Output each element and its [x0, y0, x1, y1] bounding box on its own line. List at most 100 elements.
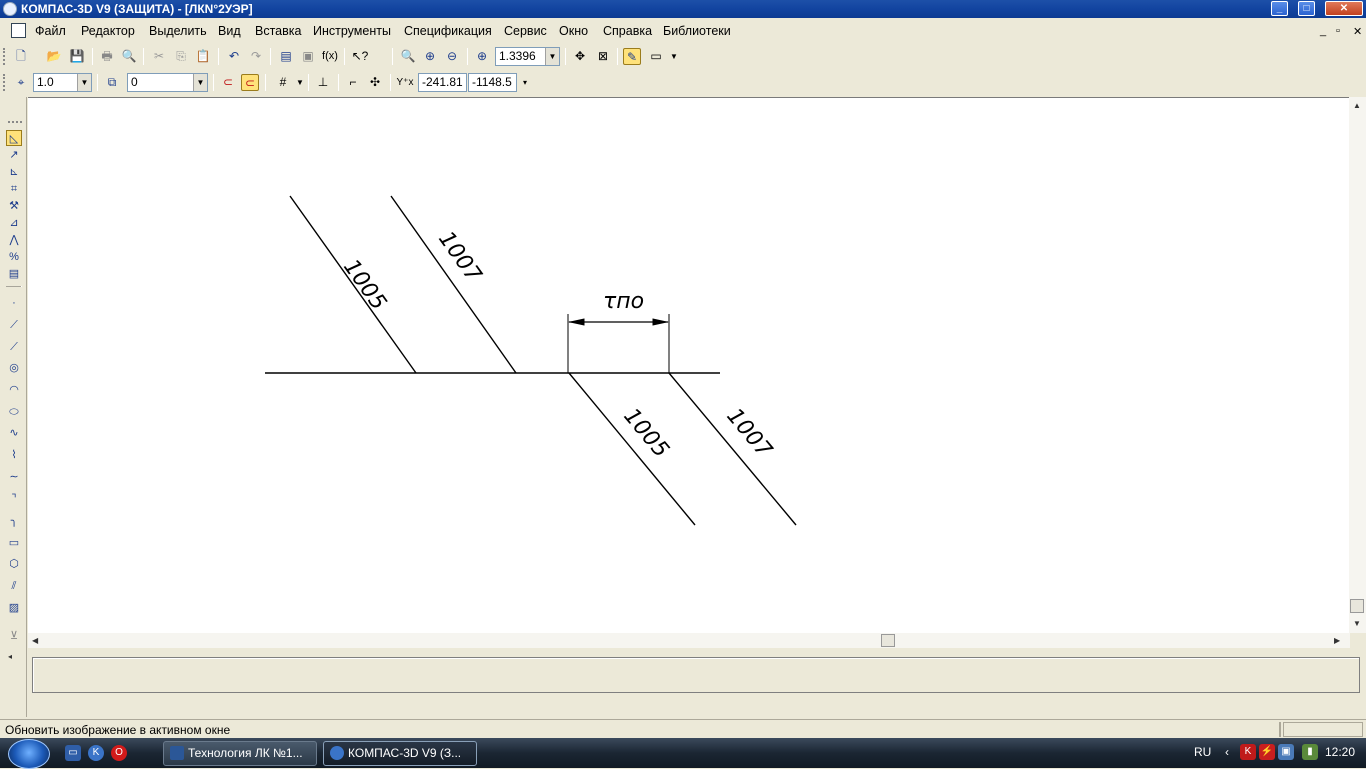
quicklaunch-opera-icon[interactable]: O: [111, 745, 127, 761]
chamfer-icon[interactable]: ⌝: [6, 491, 22, 507]
auxiliary-line-icon[interactable]: ⟋: [6, 317, 22, 333]
preview-icon[interactable]: 🔍: [120, 48, 138, 65]
save-icon[interactable]: 💾: [68, 48, 86, 65]
menu-editor[interactable]: Редактор: [81, 24, 135, 38]
coord-x-field[interactable]: -241.81: [418, 73, 467, 92]
parametrization-tool-icon[interactable]: ⚒: [6, 198, 22, 214]
horizontal-scroll-thumb[interactable]: [881, 634, 895, 647]
redo-icon[interactable]: ↷: [247, 48, 265, 65]
start-button[interactable]: [8, 739, 50, 769]
manager-icon[interactable]: ▤: [277, 48, 295, 65]
chevron-down-icon[interactable]: ▼: [291, 74, 309, 91]
chevron-down-icon[interactable]: ▾: [516, 74, 534, 91]
parametric-icon[interactable]: ✣: [366, 74, 384, 91]
reports-tool-icon[interactable]: ▤: [6, 266, 22, 282]
zoom-scale-icon[interactable]: ⊕: [473, 48, 491, 65]
step-combo[interactable]: 1.0 ▼: [33, 73, 92, 92]
language-indicator[interactable]: RU: [1194, 745, 1211, 759]
mdi-close-button[interactable]: ✕: [1353, 25, 1362, 38]
open-icon[interactable]: 📂: [45, 48, 63, 65]
local-cs-icon[interactable]: ⊥: [314, 74, 332, 91]
chevron-down-icon[interactable]: ▼: [193, 74, 207, 91]
more-tools-icon[interactable]: ⊻: [6, 628, 22, 644]
polygon-icon[interactable]: ⬡: [6, 556, 22, 572]
coord-y-field[interactable]: -1148.5: [468, 73, 517, 92]
menu-insert[interactable]: Вставка: [255, 24, 301, 38]
scroll-down-icon[interactable]: ▼: [1353, 619, 1361, 628]
refresh-icon[interactable]: ✎: [623, 48, 641, 65]
clock[interactable]: 12:20: [1325, 745, 1355, 759]
scroll-left-icon[interactable]: ◀: [32, 636, 38, 645]
zoom-out-icon[interactable]: ⊖: [443, 48, 461, 65]
fx-icon[interactable]: f(x): [321, 48, 339, 65]
document-icon[interactable]: [11, 23, 26, 38]
copy-icon[interactable]: ⎘: [172, 48, 190, 65]
print-icon[interactable]: 🖶: [98, 48, 116, 65]
fillet-icon[interactable]: ╮: [6, 513, 22, 529]
point-icon[interactable]: ·: [6, 295, 22, 311]
mdi-minimize-button[interactable]: _: [1320, 25, 1326, 37]
layers-icon[interactable]: ⧉: [103, 74, 121, 91]
menu-help[interactable]: Справка: [603, 24, 652, 38]
quicklaunch-kompas-icon[interactable]: K: [88, 745, 104, 761]
paste-icon[interactable]: 📋: [194, 48, 212, 65]
horizontal-scrollbar[interactable]: ◀ ▶: [28, 633, 1350, 648]
cut-icon[interactable]: ✂: [150, 48, 168, 65]
spec-tool-icon[interactable]: %: [6, 249, 22, 265]
zoom-in-icon[interactable]: ⊕: [421, 48, 439, 65]
menu-view[interactable]: Вид: [218, 24, 241, 38]
kompas-app-icon[interactable]: [3, 2, 17, 16]
local-snap-icon[interactable]: ⊂: [241, 74, 259, 91]
snap-magnet-icon[interactable]: ⊂: [219, 74, 237, 91]
panel-grip[interactable]: [8, 121, 22, 124]
ortho-icon[interactable]: ⌐: [344, 74, 362, 91]
tray-network-icon[interactable]: ▣: [1278, 744, 1294, 760]
designations-tool-icon[interactable]: ⊾: [6, 164, 22, 180]
zoom-all-icon[interactable]: ⊠: [594, 48, 612, 65]
menu-tools[interactable]: Инструменты: [313, 24, 391, 38]
tray-antivirus-icon[interactable]: K: [1240, 744, 1256, 760]
geometry-tool-icon[interactable]: ◺: [6, 130, 22, 146]
nurbs-icon[interactable]: ⌇: [6, 447, 22, 463]
new-icon[interactable]: 🗋: [12, 48, 30, 65]
grid-icon[interactable]: #: [274, 74, 292, 91]
variables-icon[interactable]: ▣: [299, 48, 317, 65]
circle-icon[interactable]: ◎: [6, 360, 22, 376]
polyline-icon[interactable]: ∼: [6, 469, 22, 485]
zoom-combo[interactable]: 1.3396 ▼: [495, 47, 560, 66]
task-kompas[interactable]: КОМПАС-3D V9 (З...: [323, 741, 477, 766]
menu-select[interactable]: Выделить: [149, 24, 207, 38]
chevron-down-icon[interactable]: ▼: [545, 48, 559, 65]
quicklaunch-desktop-icon[interactable]: ▭: [65, 745, 81, 761]
arc-icon[interactable]: ◠: [6, 382, 22, 398]
spline-icon[interactable]: ∿: [6, 425, 22, 441]
cursor-step-icon[interactable]: ⌖: [12, 74, 30, 91]
hatch-icon[interactable]: ▨: [6, 600, 22, 616]
chevron-down-icon[interactable]: ▼: [665, 48, 683, 65]
task-word-document[interactable]: Технология ЛК №1...: [163, 741, 317, 766]
menu-specification[interactable]: Спецификация: [404, 24, 492, 38]
vertical-scroll-thumb[interactable]: [1350, 599, 1364, 613]
dimensions-tool-icon[interactable]: ↗: [6, 147, 22, 163]
menu-libraries[interactable]: Библиотеки: [663, 24, 731, 38]
toolbar-grip[interactable]: [3, 74, 6, 91]
chevron-down-icon[interactable]: ▼: [77, 74, 91, 91]
scroll-up-icon[interactable]: ▲: [1353, 101, 1361, 110]
ellipse-icon[interactable]: ⬭: [6, 404, 22, 420]
edit-tool-icon[interactable]: ⌗: [6, 181, 22, 197]
minimize-button[interactable]: _: [1271, 1, 1288, 16]
drawing-canvas[interactable]: 1005 1007 1005 1007 τпо: [28, 97, 1350, 633]
toolbar-grip[interactable]: [3, 48, 6, 65]
panel-icon[interactable]: ▭: [647, 48, 665, 65]
menu-window[interactable]: Окно: [559, 24, 588, 38]
tray-expand-icon[interactable]: ‹: [1225, 745, 1229, 759]
equidistant-icon[interactable]: ⫽: [6, 578, 22, 594]
vertical-scrollbar[interactable]: ▲ ▼: [1349, 97, 1366, 633]
help-pointer-icon[interactable]: ↖?: [351, 48, 369, 65]
menu-service[interactable]: Сервис: [504, 24, 547, 38]
collapse-arrow-icon[interactable]: ◂: [2, 649, 18, 665]
menu-file[interactable]: Файл: [35, 24, 66, 38]
rectangle-icon[interactable]: ▭: [6, 535, 22, 551]
zoom-window-icon[interactable]: 🔍: [399, 48, 417, 65]
scroll-right-icon[interactable]: ▶: [1334, 636, 1340, 645]
